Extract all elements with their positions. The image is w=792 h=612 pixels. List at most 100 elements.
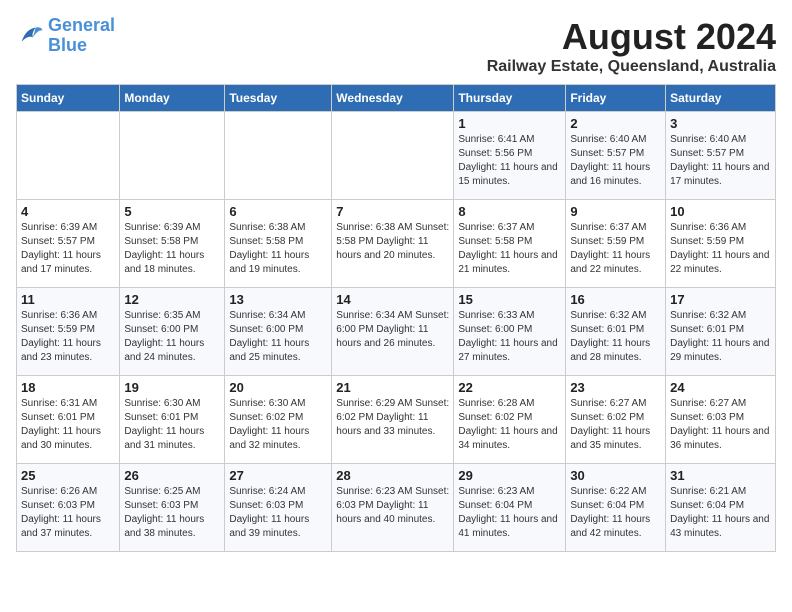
day-info: Sunrise: 6:23 AM Sunset: 6:03 PM Dayligh… xyxy=(336,485,449,527)
day-number: 16 xyxy=(570,292,661,307)
week-row-3: 11 Sunrise: 6:36 AM Sunset: 5:59 PM Dayli… xyxy=(17,288,776,376)
day-info: Sunrise: 6:37 AM Sunset: 5:59 PM Dayligh… xyxy=(570,221,661,277)
calendar-cell xyxy=(225,112,332,200)
day-info: Sunrise: 6:40 AM Sunset: 5:57 PM Dayligh… xyxy=(570,133,661,189)
day-info: Sunrise: 6:24 AM Sunset: 6:03 PM Dayligh… xyxy=(229,485,327,541)
day-info: Sunrise: 6:30 AM Sunset: 6:01 PM Dayligh… xyxy=(124,397,220,453)
week-row-2: 4Sunrise: 6:39 AM Sunset: 5:57 PM Daylig… xyxy=(17,200,776,288)
day-info: Sunrise: 6:35 AM Sunset: 6:00 PM Dayligh… xyxy=(124,309,220,365)
day-info: Sunrise: 6:36 AM Sunset: 5:59 PM Dayligh… xyxy=(21,309,115,365)
calendar-cell: 31 Sunrise: 6:21 AM Sunset: 6:04 PM Dayli… xyxy=(666,464,776,552)
calendar-cell: 26 Sunrise: 6:25 AM Sunset: 6:03 PM Dayli… xyxy=(120,464,225,552)
day-number: 26 xyxy=(124,468,220,483)
day-number: 12 xyxy=(124,292,220,307)
week-row-4: 18Sunrise: 6:31 AM Sunset: 6:01 PM Dayli… xyxy=(17,376,776,464)
day-number: 30 xyxy=(570,468,661,483)
calendar-cell: 23 Sunrise: 6:27 AM Sunset: 6:02 PM Dayli… xyxy=(566,376,666,464)
page-subtitle: Railway Estate, Queensland, Australia xyxy=(487,58,776,76)
calendar-table: SundayMondayTuesdayWednesdayThursdayFrid… xyxy=(16,84,776,552)
header-cell-sunday: Sunday xyxy=(17,85,120,112)
day-number: 1 xyxy=(458,116,561,131)
calendar-cell: 2Sunrise: 6:40 AM Sunset: 5:57 PM Daylig… xyxy=(566,112,666,200)
calendar-cell: 29 Sunrise: 6:23 AM Sunset: 6:04 PM Dayli… xyxy=(454,464,566,552)
day-number: 17 xyxy=(670,292,771,307)
day-number: 11 xyxy=(21,292,115,307)
day-number: 28 xyxy=(336,468,449,483)
day-number: 5 xyxy=(124,204,220,219)
day-info: Sunrise: 6:41 AM Sunset: 5:56 PM Dayligh… xyxy=(458,133,561,189)
header-cell-wednesday: Wednesday xyxy=(332,85,454,112)
logo-line2: Blue xyxy=(48,35,87,55)
calendar-cell: 6 Sunrise: 6:38 AM Sunset: 5:58 PM Daylig… xyxy=(225,200,332,288)
header-cell-thursday: Thursday xyxy=(454,85,566,112)
day-info: Sunrise: 6:29 AM Sunset: 6:02 PM Dayligh… xyxy=(336,397,449,439)
day-info: Sunrise: 6:36 AM Sunset: 5:59 PM Dayligh… xyxy=(670,221,771,277)
calendar-cell xyxy=(17,112,120,200)
calendar-cell: 9 Sunrise: 6:37 AM Sunset: 5:59 PM Daylig… xyxy=(566,200,666,288)
header-cell-friday: Friday xyxy=(566,85,666,112)
day-info: Sunrise: 6:27 AM Sunset: 6:03 PM Dayligh… xyxy=(670,397,771,453)
page-title: August 2024 xyxy=(487,16,776,58)
logo: General Blue xyxy=(16,16,115,56)
day-info: Sunrise: 6:37 AM Sunset: 5:58 PM Dayligh… xyxy=(458,221,561,277)
day-info: Sunrise: 6:26 AM Sunset: 6:03 PM Dayligh… xyxy=(21,485,115,541)
day-number: 25 xyxy=(21,468,115,483)
page-header: General Blue August 2024 Railway Estate,… xyxy=(16,16,776,76)
title-area: August 2024 Railway Estate, Queensland, … xyxy=(487,16,776,76)
day-number: 9 xyxy=(570,204,661,219)
day-info: Sunrise: 6:32 AM Sunset: 6:01 PM Dayligh… xyxy=(670,309,771,365)
day-info: Sunrise: 6:21 AM Sunset: 6:04 PM Dayligh… xyxy=(670,485,771,541)
calendar-cell: 28 Sunrise: 6:23 AM Sunset: 6:03 PM Dayli… xyxy=(332,464,454,552)
day-number: 19 xyxy=(124,380,220,395)
calendar-cell xyxy=(332,112,454,200)
day-number: 14 xyxy=(336,292,449,307)
day-number: 10 xyxy=(670,204,771,219)
logo-line1: General xyxy=(48,15,115,35)
calendar-cell: 1 Sunrise: 6:41 AM Sunset: 5:56 PM Daylig… xyxy=(454,112,566,200)
day-info: Sunrise: 6:32 AM Sunset: 6:01 PM Dayligh… xyxy=(570,309,661,365)
calendar-cell: 10 Sunrise: 6:36 AM Sunset: 5:59 PM Dayli… xyxy=(666,200,776,288)
day-number: 29 xyxy=(458,468,561,483)
day-info: Sunrise: 6:40 AM Sunset: 5:57 PM Dayligh… xyxy=(670,133,771,189)
day-number: 8 xyxy=(458,204,561,219)
day-number: 6 xyxy=(229,204,327,219)
day-number: 23 xyxy=(570,380,661,395)
day-number: 4 xyxy=(21,204,115,219)
week-row-5: 25 Sunrise: 6:26 AM Sunset: 6:03 PM Dayli… xyxy=(17,464,776,552)
day-info: Sunrise: 6:33 AM Sunset: 6:00 PM Dayligh… xyxy=(458,309,561,365)
calendar-cell: 4Sunrise: 6:39 AM Sunset: 5:57 PM Daylig… xyxy=(17,200,120,288)
calendar-cell: 11 Sunrise: 6:36 AM Sunset: 5:59 PM Dayli… xyxy=(17,288,120,376)
calendar-cell: 20 Sunrise: 6:30 AM Sunset: 6:02 PM Dayli… xyxy=(225,376,332,464)
day-number: 27 xyxy=(229,468,327,483)
day-info: Sunrise: 6:28 AM Sunset: 6:02 PM Dayligh… xyxy=(458,397,561,453)
calendar-cell: 18Sunrise: 6:31 AM Sunset: 6:01 PM Dayli… xyxy=(17,376,120,464)
calendar-cell: 30Sunrise: 6:22 AM Sunset: 6:04 PM Dayli… xyxy=(566,464,666,552)
day-number: 15 xyxy=(458,292,561,307)
day-number: 20 xyxy=(229,380,327,395)
header-cell-monday: Monday xyxy=(120,85,225,112)
day-info: Sunrise: 6:25 AM Sunset: 6:03 PM Dayligh… xyxy=(124,485,220,541)
day-number: 22 xyxy=(458,380,561,395)
logo-icon xyxy=(16,22,44,50)
day-number: 13 xyxy=(229,292,327,307)
calendar-cell: 5Sunrise: 6:39 AM Sunset: 5:58 PM Daylig… xyxy=(120,200,225,288)
week-row-1: 1 Sunrise: 6:41 AM Sunset: 5:56 PM Daylig… xyxy=(17,112,776,200)
day-number: 7 xyxy=(336,204,449,219)
calendar-cell: 19 Sunrise: 6:30 AM Sunset: 6:01 PM Dayli… xyxy=(120,376,225,464)
calendar-cell: 3 Sunrise: 6:40 AM Sunset: 5:57 PM Daylig… xyxy=(666,112,776,200)
day-info: Sunrise: 6:27 AM Sunset: 6:02 PM Dayligh… xyxy=(570,397,661,453)
day-info: Sunrise: 6:38 AM Sunset: 5:58 PM Dayligh… xyxy=(229,221,327,277)
day-number: 31 xyxy=(670,468,771,483)
calendar-cell: 8 Sunrise: 6:37 AM Sunset: 5:58 PM Daylig… xyxy=(454,200,566,288)
logo-text: General Blue xyxy=(48,16,115,56)
header-cell-tuesday: Tuesday xyxy=(225,85,332,112)
calendar-cell: 14Sunrise: 6:34 AM Sunset: 6:00 PM Dayli… xyxy=(332,288,454,376)
day-info: Sunrise: 6:23 AM Sunset: 6:04 PM Dayligh… xyxy=(458,485,561,541)
day-info: Sunrise: 6:30 AM Sunset: 6:02 PM Dayligh… xyxy=(229,397,327,453)
calendar-cell: 25 Sunrise: 6:26 AM Sunset: 6:03 PM Dayli… xyxy=(17,464,120,552)
calendar-cell: 12 Sunrise: 6:35 AM Sunset: 6:00 PM Dayli… xyxy=(120,288,225,376)
day-info: Sunrise: 6:34 AM Sunset: 6:00 PM Dayligh… xyxy=(229,309,327,365)
calendar-cell: 21Sunrise: 6:29 AM Sunset: 6:02 PM Dayli… xyxy=(332,376,454,464)
calendar-cell: 24Sunrise: 6:27 AM Sunset: 6:03 PM Dayli… xyxy=(666,376,776,464)
day-number: 3 xyxy=(670,116,771,131)
